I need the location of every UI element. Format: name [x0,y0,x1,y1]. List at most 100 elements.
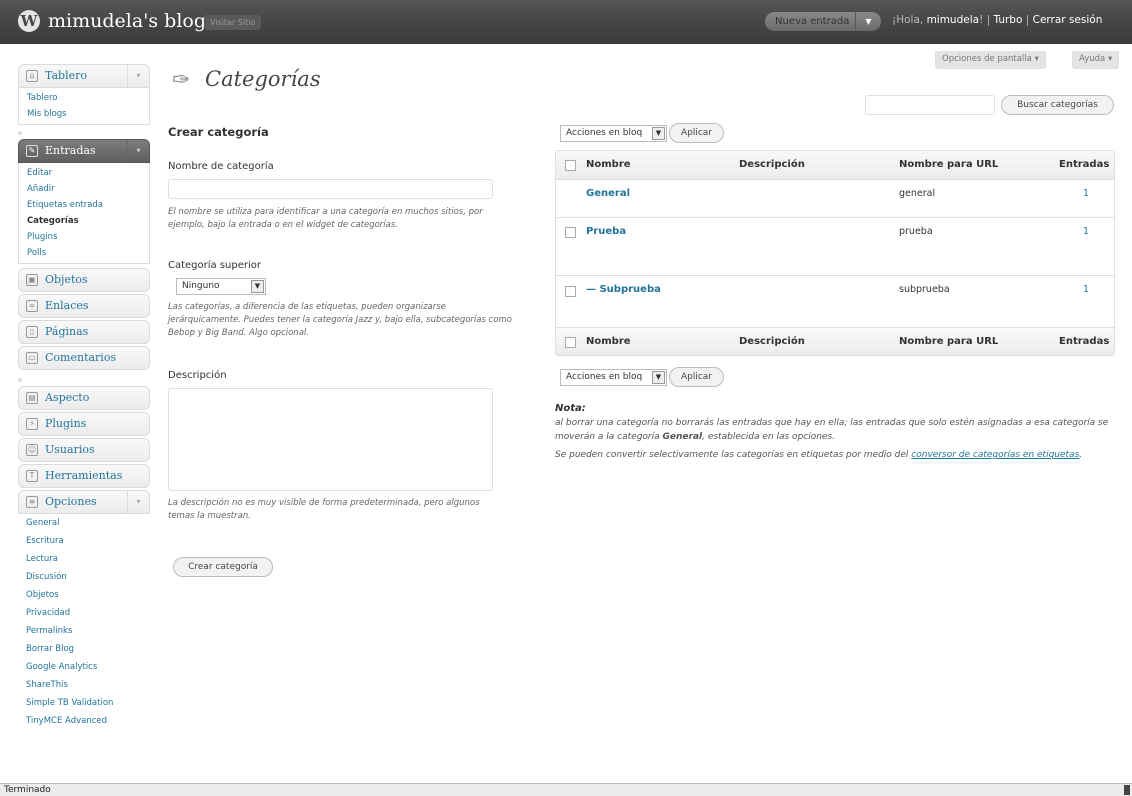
description-hint: La descripción no es muy visible de form… [168,498,480,521]
submenu-item-permalinks[interactable]: Permalinks [18,622,150,640]
submenu-dashboard: Tablero Mis blogs [18,88,150,125]
category-post-count[interactable]: 1 [1083,284,1089,295]
chevron-down-icon[interactable]: ▾ [127,491,149,513]
select-all-checkbox[interactable] [565,337,576,348]
submenu-item-tags[interactable]: Etiquetas entrada [19,197,149,213]
bulk-actions-value: Acciones en bloq [566,372,643,382]
submenu-item-media[interactable]: Objetos [18,586,150,604]
select-all-checkbox[interactable] [565,160,576,171]
menu-comments[interactable]: ▭ Comentarios [18,346,150,370]
submenu-item-delete-blog[interactable]: Borrar Blog [18,640,150,658]
row-checkbox[interactable] [565,227,576,238]
resize-grip-icon[interactable] [1124,785,1130,795]
submenu-item[interactable]: Mis blogs [19,106,149,122]
column-header-name[interactable]: Nombre [586,159,631,170]
apply-button-bottom[interactable]: Aplicar [669,367,724,387]
menu-appearance[interactable]: ▤ Aspecto [18,386,150,410]
turbo-link[interactable]: Turbo [994,14,1023,26]
screen-options-button[interactable]: Opciones de pantalla ▾ [935,51,1046,69]
bulk-actions-select-bottom[interactable]: Acciones en bloq ▼ [560,369,667,386]
row-checkbox[interactable] [565,286,576,297]
column-footer-posts[interactable]: Entradas [1059,336,1109,347]
page-title: Categorías [205,67,321,91]
new-post-button[interactable]: Nueva entrada ▼ [765,12,881,31]
menu-users[interactable]: ☺ Usuarios [18,438,150,462]
chevron-down-icon[interactable]: ▾ [127,65,149,87]
chevron-down-icon: ▼ [652,127,665,140]
menu-settings[interactable]: ≡ Opciones ▾ [18,490,150,514]
note-text-1c: , establecida en las opciones. [702,432,836,442]
search-input[interactable] [865,95,995,115]
admin-header: W mimudela's blog Visitar Sitio Nueva en… [0,0,1132,44]
category-name-link[interactable]: General [586,188,630,199]
wordpress-logo-icon[interactable]: W [18,10,40,32]
menu-pages[interactable]: ▯ Páginas [18,320,150,344]
help-button[interactable]: Ayuda ▾ [1072,51,1120,69]
category-slug: prueba [899,226,933,237]
menu-dashboard[interactable]: ⌂ Tablero ▾ [18,64,150,88]
apply-button-top[interactable]: Aplicar [669,123,724,143]
submenu-item-simple-tb[interactable]: Simple TB Validation [18,694,150,712]
submenu-item-google-analytics[interactable]: Google Analytics [18,658,150,676]
submenu-item-reading[interactable]: Lectura [18,550,150,568]
note-title: Nota: [555,403,586,414]
column-footer-name[interactable]: Nombre [586,336,631,347]
menu-plugins-label: Plugins [45,417,87,430]
visit-site-button[interactable]: Visitar Sitio [204,15,262,30]
search-categories-button[interactable]: Buscar categorías [1001,95,1114,115]
site-title[interactable]: mimudela's blog [48,10,206,32]
menu-posts-label: Entradas [45,144,96,157]
note-text-2c: . [1079,450,1083,460]
menu-dashboard-label: Tablero [45,69,87,82]
note-text-1b: General [662,432,703,442]
submenu-item[interactable]: Tablero [19,90,149,106]
category-name-link[interactable]: Prueba [586,226,626,237]
parent-select-wrap: Ninguno ▼ [168,275,518,297]
column-footer-slug[interactable]: Nombre para URL [899,336,998,347]
bulk-actions-select-top[interactable]: Acciones en bloq ▼ [560,125,667,142]
comment-icon: ▭ [26,352,38,364]
media-icon: ▣ [26,274,38,286]
submenu-item-edit[interactable]: Editar [19,165,149,181]
column-footer-description[interactable]: Descripción [739,336,805,347]
logout-link[interactable]: Cerrar sesión [1033,14,1103,26]
chevron-down-icon[interactable]: ▼ [855,12,881,31]
table-footer: Nombre Descripción Nombre para URL Entra… [556,327,1114,355]
category-name-input[interactable] [168,179,493,199]
chevron-down-icon[interactable]: ▾ [127,140,149,162]
menu-media[interactable]: ▣ Objetos [18,268,150,292]
menu-plugins[interactable]: ⚡ Plugins [18,412,150,436]
appearance-icon: ▤ [26,392,38,404]
submenu-item-categories[interactable]: Categorías [19,213,149,229]
submenu-item-polls[interactable]: Polls [19,245,149,261]
category-slug: subprueba [899,284,950,295]
submenu-item-add[interactable]: Añadir [19,181,149,197]
submenu-item-tinymce[interactable]: TinyMCE Advanced [18,712,150,730]
parent-category-select[interactable]: Ninguno ▼ [176,278,266,295]
menu-tools[interactable]: T Herramientas [18,464,150,488]
parent-select-value: Ninguno [182,281,220,291]
category-slug: general [899,188,936,199]
submenu-item-sharethis[interactable]: ShareThis [18,676,150,694]
submenu-item-discussion[interactable]: Discusión [18,568,150,586]
menu-posts[interactable]: ✎ Entradas ▾ [18,139,150,163]
menu-users-label: Usuarios [45,443,95,456]
category-post-count[interactable]: 1 [1083,226,1089,237]
submenu-item-general[interactable]: General [18,514,150,532]
category-converter-link[interactable]: conversor de categorías en etiquetas [911,450,1079,460]
create-category-button[interactable]: Crear categoría [173,557,273,577]
menu-links[interactable]: ∞ Enlaces [18,294,150,318]
submenu-item-privacy[interactable]: Privacidad [18,604,150,622]
submenu-item-plugins[interactable]: Plugins [19,229,149,245]
submenu-item-writing[interactable]: Escritura [18,532,150,550]
bulk-actions-value: Acciones en bloq [566,128,643,138]
category-post-count[interactable]: 1 [1083,188,1089,199]
menu-appearance-label: Aspecto [45,391,90,404]
parent-label: Categoría superior [168,260,262,271]
column-header-slug[interactable]: Nombre para URL [899,159,998,170]
category-description-textarea[interactable] [168,388,493,491]
category-name-link[interactable]: — Subprueba [586,284,661,295]
username-link[interactable]: mimudela [927,14,980,26]
column-header-posts[interactable]: Entradas [1059,159,1109,170]
column-header-description[interactable]: Descripción [739,159,805,170]
